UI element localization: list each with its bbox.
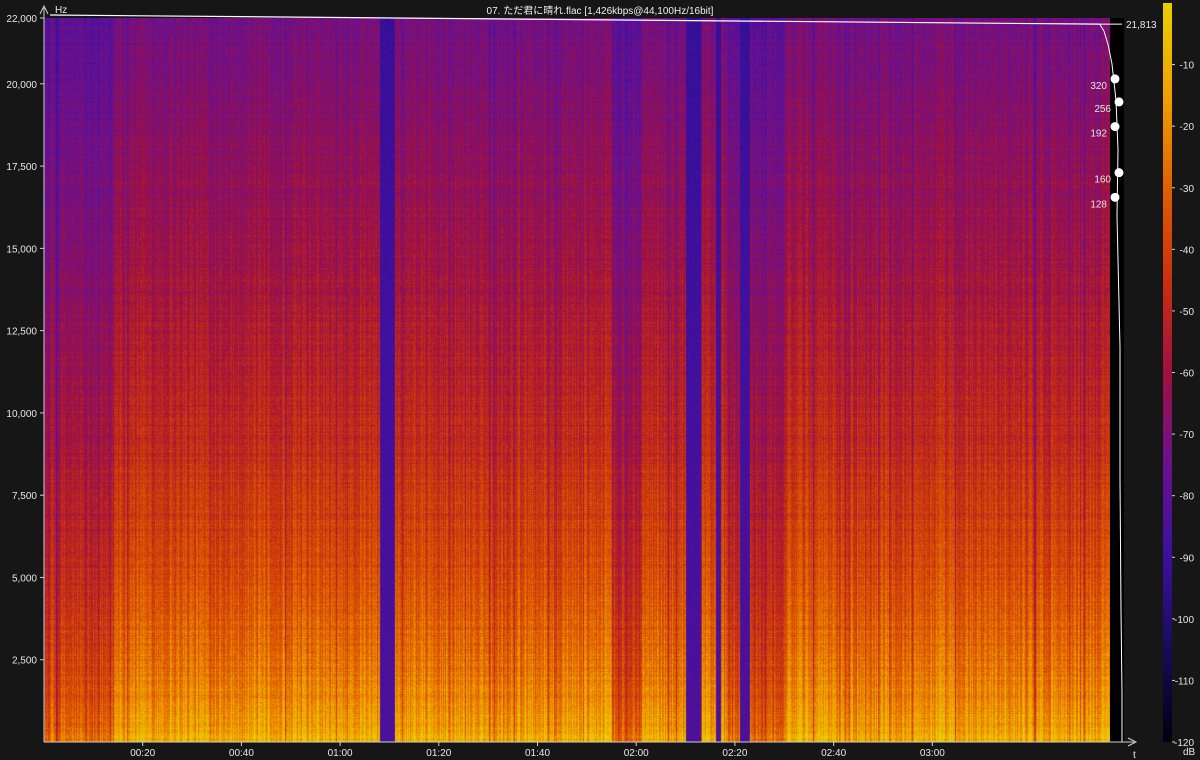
x-tick-label: 02:40 (821, 748, 846, 759)
y-tick-label: 5,000 (12, 573, 37, 584)
bitrate-marker-label: 320 (1090, 81, 1107, 92)
colorbar-tick-label: -30 (1180, 184, 1195, 195)
bitrate-marker-dot (1110, 122, 1120, 132)
x-tick-label: 00:40 (229, 748, 254, 759)
colorbar-tick-label: -90 (1180, 553, 1195, 564)
bitrate-marker-dot (1110, 192, 1120, 202)
bitrate-marker-dot (1114, 97, 1124, 107)
y-tick-label: 10,000 (6, 409, 37, 420)
colorbar-tick-label: -50 (1180, 307, 1195, 318)
x-tick-label: 03:00 (920, 748, 945, 759)
x-tick-label: 02:00 (624, 748, 649, 759)
x-tick-label: 00:20 (130, 748, 155, 759)
bitrate-marker-label: 128 (1090, 199, 1107, 210)
colorbar-tick-label: -100 (1174, 615, 1194, 626)
y-tick-label: 7,500 (12, 491, 37, 502)
bitrate-marker-label: 160 (1094, 175, 1111, 186)
colorbar-tick-label: -80 (1180, 492, 1195, 503)
colorbar-tick-label: -20 (1180, 122, 1195, 133)
x-tick-label: 01:00 (328, 748, 353, 759)
x-tick-label: 02:20 (722, 748, 747, 759)
y-tick-label: 17,500 (6, 162, 37, 173)
colorbar-unit-label: dB (1183, 747, 1196, 758)
x-axis-unit-label: t (1133, 750, 1136, 760)
y-tick-label: 2,500 (12, 656, 37, 667)
y-tick-label: 15,000 (6, 244, 37, 255)
colorbar-tick-label: -40 (1180, 245, 1195, 256)
chart-title: 07. ただ君に晴れ.flac [1,426kbps@44,100Hz/16bi… (486, 6, 714, 17)
colorbar-tick-label: -110 (1175, 676, 1195, 687)
bitrate-marker-label: 192 (1090, 129, 1107, 140)
y-tick-label: 12,500 (6, 327, 37, 338)
cutoff-label: 21,813 (1126, 20, 1157, 31)
spectrogram-chart: 21,813 320 256 192 160 128 2,500 5,000 7,500 10… (0, 0, 1200, 760)
bitrate-marker-dot (1110, 74, 1120, 84)
bitrate-marker-label: 256 (1094, 104, 1111, 115)
spectrogram-heatmap (44, 18, 1110, 742)
bitrate-marker-dot (1114, 168, 1124, 178)
x-tick-label: 01:20 (426, 748, 451, 759)
y-tick-label: 20,000 (6, 80, 37, 91)
colorbar-tick-label: -10 (1180, 61, 1195, 72)
colorbar-tick-label: -70 (1180, 430, 1195, 441)
colorbar (1163, 3, 1172, 742)
x-tick-label: 01:40 (525, 748, 550, 759)
colorbar-tick-label: -60 (1180, 369, 1195, 380)
